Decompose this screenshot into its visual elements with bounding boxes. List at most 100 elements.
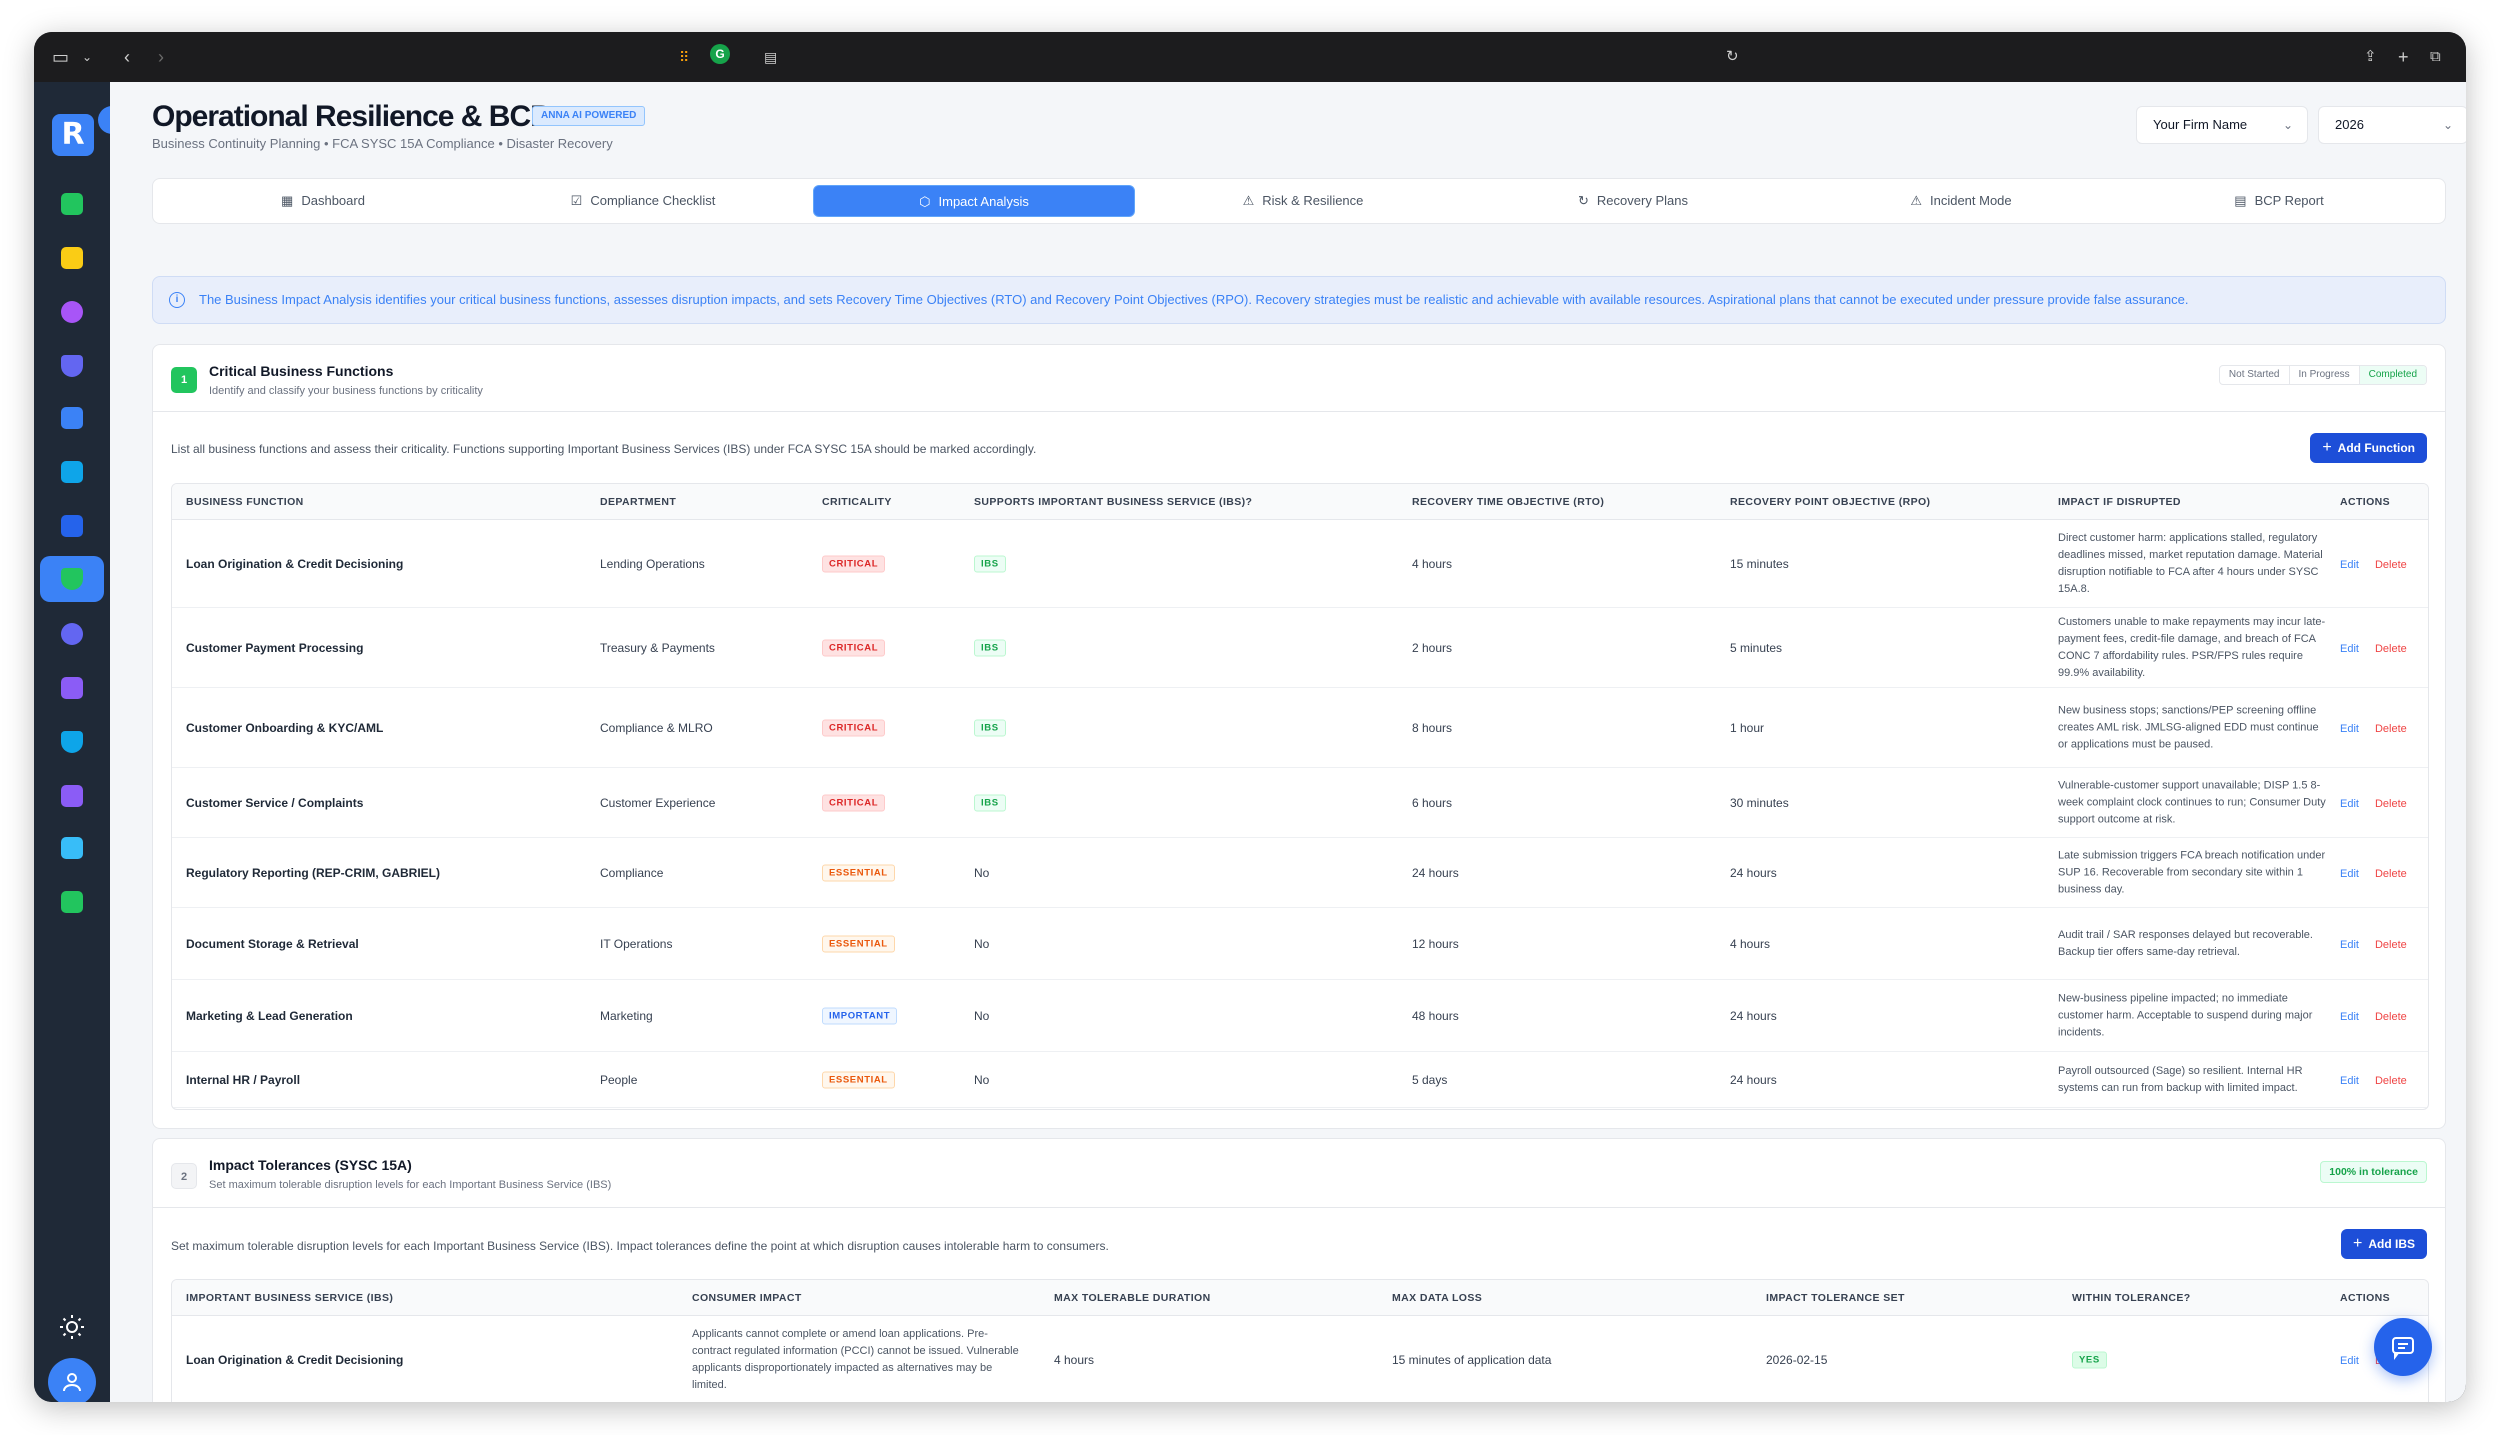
section-description: List all business functions and assess t… xyxy=(171,442,1037,456)
nav-calendar-icon[interactable] xyxy=(48,666,96,710)
edit-link[interactable]: Edit xyxy=(2340,1011,2359,1023)
delete-link[interactable]: Delete xyxy=(2375,939,2407,951)
firm-select[interactable]: Your Firm Name ⌄ xyxy=(2136,106,2308,144)
edit-link[interactable]: Edit xyxy=(2340,1355,2359,1367)
edit-link[interactable]: Edit xyxy=(2340,1075,2359,1087)
tab-impact-analysis[interactable]: ⬡ Impact Analysis xyxy=(813,185,1135,217)
info-banner-text: The Business Impact Analysis identifies … xyxy=(199,292,2189,307)
add-function-button[interactable]: + Add Function xyxy=(2310,433,2427,463)
delete-link[interactable]: Delete xyxy=(2375,643,2407,655)
new-tab-icon[interactable]: + xyxy=(2398,46,2409,68)
nav-monitor-icon[interactable] xyxy=(48,504,96,548)
edit-link[interactable]: Edit xyxy=(2340,643,2359,655)
nav-target-icon[interactable] xyxy=(48,612,96,656)
department: Customer Experience xyxy=(600,795,716,810)
row-actions: Edit Delete xyxy=(2340,721,2407,735)
column-header: Recovery Time Objective (RTO) xyxy=(1412,496,1605,508)
edit-link[interactable]: Edit xyxy=(2340,559,2359,571)
critical-functions-card: 1 Critical Business Functions Identify a… xyxy=(152,344,2446,1129)
delete-link[interactable]: Delete xyxy=(2375,559,2407,571)
column-header: Recovery Point Objective (RPO) xyxy=(1730,496,1931,508)
nav-resilience-shield-icon[interactable] xyxy=(40,556,104,602)
row-actions: Edit Delete xyxy=(2340,1073,2407,1087)
section-status-toggle[interactable]: Not Started In Progress Completed xyxy=(2218,365,2427,385)
reader-icon[interactable]: ▤ xyxy=(764,46,777,68)
rto-value: 5 days xyxy=(1412,1072,1448,1087)
nav-shield-icon[interactable] xyxy=(48,344,96,388)
functions-table: Business Function Department Criticality… xyxy=(171,483,2429,1110)
ibs-badge: IBS xyxy=(974,555,1006,572)
tab-bcp-report[interactable]: ▤ BCP Report xyxy=(2119,185,2439,217)
info-banner: i The Business Impact Analysis identifie… xyxy=(152,276,2446,324)
table-row: Document Storage & Retrieval IT Operation… xyxy=(172,908,2428,980)
tab-recovery-plans[interactable]: ↻ Recovery Plans xyxy=(1473,185,1793,217)
forward-icon[interactable]: › xyxy=(158,46,164,68)
table-row: Internal HR / Payroll People ESSENTIAL No 5 … xyxy=(172,1052,2428,1108)
edit-link[interactable]: Edit xyxy=(2340,868,2359,880)
apps-grid-icon[interactable]: ⠿ xyxy=(679,46,689,68)
year-select[interactable]: 2026 ⌄ xyxy=(2318,106,2466,144)
sidebar-toggle-icon[interactable]: ▭ xyxy=(52,46,69,68)
tab-incident-mode[interactable]: ⚠ Incident Mode xyxy=(1801,185,2121,217)
criticality-cell: IMPORTANT xyxy=(822,1007,898,1024)
column-header: Department xyxy=(600,496,677,508)
tab-compliance-checklist[interactable]: ☑ Compliance Checklist xyxy=(483,185,803,217)
tabs-overview-icon[interactable]: ⧉ xyxy=(2430,46,2441,68)
table-row: Customer Service / Complaints Customer Ex… xyxy=(172,768,2428,838)
refresh-icon: ↻ xyxy=(1578,193,1589,208)
criticality-badge: CRITICAL xyxy=(822,719,886,736)
nav-list-icon[interactable] xyxy=(48,774,96,818)
page-title: Operational Resilience & BCP xyxy=(152,100,550,133)
back-icon[interactable]: ‹ xyxy=(124,46,130,68)
chevron-down-icon: ⌄ xyxy=(2442,118,2453,132)
grammarly-icon[interactable]: G xyxy=(710,44,730,64)
nav-news-icon[interactable] xyxy=(48,450,96,494)
edit-link[interactable]: Edit xyxy=(2340,939,2359,951)
chevron-down-icon[interactable]: ⌄ xyxy=(82,46,92,68)
nav-document-icon[interactable] xyxy=(48,182,96,226)
checkbox-icon: ☑ xyxy=(570,193,583,208)
theme-toggle-icon[interactable] xyxy=(59,1314,85,1345)
add-ibs-button[interactable]: + Add IBS xyxy=(2340,1229,2427,1259)
nav-chart-icon[interactable] xyxy=(48,396,96,440)
status-completed[interactable]: Completed xyxy=(2359,366,2426,384)
reload-icon[interactable]: ↻ xyxy=(1726,46,1739,68)
nav-edit-icon[interactable] xyxy=(48,826,96,870)
tab-risk-resilience[interactable]: ⚠ Risk & Resilience xyxy=(1143,185,1463,217)
criticality-badge: CRITICAL xyxy=(822,639,886,656)
delete-link[interactable]: Delete xyxy=(2375,723,2407,735)
status-not-started[interactable]: Not Started xyxy=(2220,366,2290,384)
tolerance-set-date: 2026-02-15 xyxy=(1766,1352,1828,1367)
chat-button[interactable] xyxy=(2374,1318,2432,1376)
app-logo: R xyxy=(52,114,94,156)
max-duration: 4 hours xyxy=(1054,1352,1095,1367)
user-avatar[interactable] xyxy=(48,1358,96,1402)
delete-link[interactable]: Delete xyxy=(2375,1075,2407,1087)
edit-link[interactable]: Edit xyxy=(2340,723,2359,735)
function-name: Document Storage & Retrieval xyxy=(186,936,359,951)
rpo-value: 15 minutes xyxy=(1730,556,1789,571)
nav-lock-icon[interactable] xyxy=(48,720,96,764)
nav-building-icon[interactable] xyxy=(48,236,96,280)
column-header: Criticality xyxy=(822,496,892,508)
delete-link[interactable]: Delete xyxy=(2375,798,2407,810)
status-in-progress[interactable]: In Progress xyxy=(2290,366,2360,384)
impact-tolerances-card: 2 Impact Tolerances (SYSC 15A) Set maxim… xyxy=(152,1138,2446,1402)
row-actions: Edit Delete xyxy=(2340,641,2407,655)
plus-icon: + xyxy=(2352,1235,2363,1252)
rto-value: 4 hours xyxy=(1412,556,1453,571)
tab-dashboard[interactable]: ▦ Dashboard xyxy=(163,185,483,217)
delete-link[interactable]: Delete xyxy=(2375,1011,2407,1023)
nav-message-icon[interactable] xyxy=(48,880,96,924)
share-icon[interactable]: ⇪ xyxy=(2364,46,2377,68)
app-sidebar: R › xyxy=(34,82,126,1402)
alert-icon: ⚠ xyxy=(1910,193,1922,208)
delete-link[interactable]: Delete xyxy=(2375,868,2407,880)
ibs-value: No xyxy=(974,1008,990,1023)
row-actions: Edit Delete xyxy=(2340,937,2407,951)
ibs-cell: IBS xyxy=(974,639,1006,656)
ibs-value: No xyxy=(974,865,990,880)
department: Compliance & MLRO xyxy=(600,720,713,735)
nav-users-icon[interactable] xyxy=(48,290,96,334)
edit-link[interactable]: Edit xyxy=(2340,798,2359,810)
